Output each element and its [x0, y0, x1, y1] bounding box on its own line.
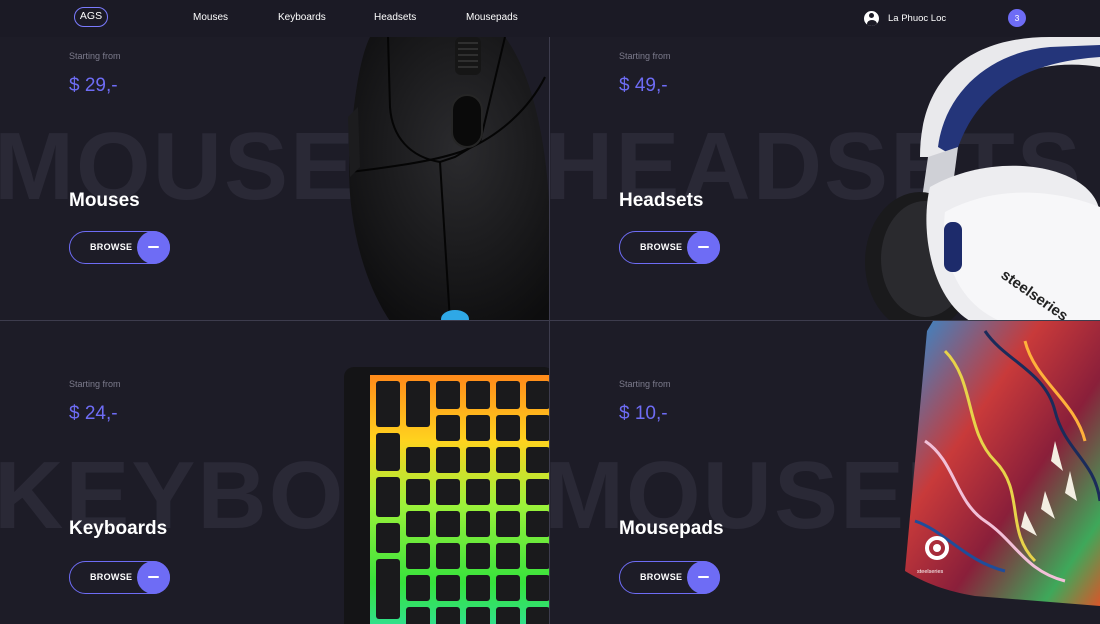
- starting-from-label: Starting from: [69, 379, 121, 389]
- cart-badge[interactable]: 3: [1008, 9, 1026, 27]
- starting-from-label: Starting from: [69, 51, 121, 61]
- nav-link-mousepads[interactable]: Mousepads: [466, 12, 518, 23]
- minus-icon: [687, 561, 720, 594]
- browse-label: BROWSE: [90, 242, 133, 252]
- category-title: Headsets: [619, 190, 704, 211]
- browse-label: BROWSE: [640, 572, 683, 582]
- category-tile-mouses: MOUSES Starting from $ 29,- Mouses BROWS…: [0, 37, 550, 321]
- browse-button[interactable]: BROWSE: [69, 561, 170, 594]
- minus-icon: [137, 561, 170, 594]
- nav-link-keyboards[interactable]: Keyboards: [278, 12, 326, 23]
- nav-link-mouses[interactable]: Mouses: [193, 12, 228, 23]
- headset-image: steelseries: [865, 37, 1100, 320]
- browse-button[interactable]: BROWSE: [69, 231, 170, 264]
- starting-from-label: Starting from: [619, 379, 671, 389]
- starting-from-label: Starting from: [619, 51, 671, 61]
- category-title: Keyboards: [69, 518, 168, 539]
- browse-label: BROWSE: [90, 572, 133, 582]
- keyboard-image: [344, 367, 549, 624]
- category-title: Mouses: [69, 190, 140, 211]
- user-menu[interactable]: La Phuoc Loc: [864, 10, 946, 26]
- top-nav: AGS Mouses Keyboards Headsets Mousepads …: [0, 0, 1100, 37]
- browse-button[interactable]: BROWSE: [619, 561, 720, 594]
- logo[interactable]: AGS: [74, 7, 108, 27]
- minus-icon: [687, 231, 720, 264]
- mousepad-image: steelseries: [905, 321, 1100, 606]
- mouse-image: [348, 37, 549, 320]
- price: $ 24,-: [69, 403, 118, 424]
- browse-label: BROWSE: [640, 242, 683, 252]
- user-icon: [864, 10, 879, 26]
- category-tile-keyboards: KEYBOARDS: [0, 321, 550, 624]
- nav-link-headsets[interactable]: Headsets: [374, 12, 416, 23]
- brand-logo: steelseries: [917, 569, 944, 575]
- user-name: La Phuoc Loc: [888, 12, 947, 24]
- category-tile-mousepads: MOUSEPADS steelseries Starting from: [550, 321, 1100, 624]
- minus-icon: [137, 231, 170, 264]
- price: $ 29,-: [69, 75, 118, 96]
- category-title: Mousepads: [619, 518, 724, 539]
- price: $ 49,-: [619, 75, 668, 96]
- browse-button[interactable]: BROWSE: [619, 231, 720, 264]
- price: $ 10,-: [619, 403, 668, 424]
- category-tile-headsets: HEADSETS steelseries Starting from $ 49,…: [550, 37, 1100, 321]
